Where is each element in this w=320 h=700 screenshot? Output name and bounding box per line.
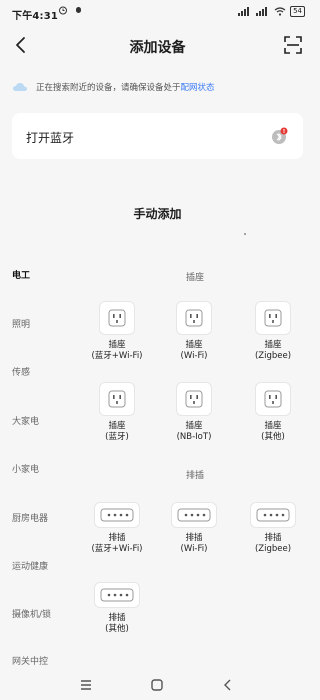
bluetooth-icon[interactable]	[271, 127, 289, 145]
signal-icon	[238, 7, 250, 16]
wifi-icon	[274, 7, 286, 16]
battery-indicator: 54	[290, 6, 305, 17]
socket-icon	[256, 302, 290, 334]
device-name: 排插 (Wi-Fi)	[180, 533, 208, 554]
device-strip-zigbee[interactable]: 排插 (Zigbee)	[238, 503, 308, 555]
home-icon[interactable]	[149, 677, 165, 693]
scan-icon[interactable]	[283, 35, 303, 55]
page-title: 添加设备	[129, 40, 186, 56]
category-item[interactable]: 大家电	[12, 414, 39, 427]
device-strip-wifi[interactable]: 排插 (Wi-Fi)	[159, 503, 229, 555]
device-name: 插座 (蓝牙)	[105, 421, 129, 442]
category-item[interactable]: 小家电	[12, 462, 39, 475]
cloud-icon	[13, 82, 27, 91]
category-item[interactable]: 传感	[12, 365, 30, 378]
socket-icon	[177, 302, 211, 334]
section-label-socket: 插座	[185, 273, 204, 283]
power-strip-icon	[172, 503, 216, 527]
device-name: 排插 (蓝牙+Wi-Fi)	[91, 533, 143, 554]
device-name: 插座 (Zigbee)	[254, 340, 292, 361]
device-socket-nbiot[interactable]: 插座 (NB-IoT)	[159, 383, 229, 443]
device-name: 插座 (蓝牙+Wi-Fi)	[91, 340, 143, 361]
device-name: 插座 (其他)	[261, 421, 285, 442]
signal-icon	[256, 7, 268, 16]
top-bar: 添加设备	[0, 30, 315, 62]
alarm-icon	[58, 5, 68, 18]
device-socket-bt-wifi[interactable]: 插座 (蓝牙+Wi-Fi)	[82, 302, 152, 362]
socket-icon	[100, 383, 134, 415]
pairing-status-link[interactable]: 配网状态	[181, 81, 215, 93]
device-strip-other[interactable]: 排插 (其他)	[82, 583, 152, 635]
system-nav-bar	[0, 670, 315, 700]
category-item[interactable]: 网关中控	[12, 654, 48, 667]
device-socket-bt[interactable]: 插座 (蓝牙)	[82, 383, 152, 443]
hint-text: 正在搜索附近的设备，请确保设备处于	[36, 83, 181, 93]
bluetooth-label: 打开蓝牙	[26, 131, 75, 145]
search-hint: 正在搜索附近的设备，请确保设备处于 配网状态	[12, 78, 307, 96]
power-strip-icon	[251, 503, 295, 527]
device-socket-other[interactable]: 插座 (其他)	[238, 383, 308, 443]
category-item[interactable]: 电工	[12, 268, 30, 281]
device-socket-wifi[interactable]: 插座 (Wi-Fi)	[159, 302, 229, 362]
category-item[interactable]: 厨房电器	[12, 511, 48, 524]
device-name: 插座 (NB-IoT)	[176, 421, 212, 442]
category-item[interactable]: 摄像机/锁	[12, 607, 51, 620]
category-item[interactable]: 照明	[12, 317, 30, 330]
device-socket-zigbee[interactable]: 插座 (Zigbee)	[238, 302, 308, 362]
device-name: 排插 (Zigbee)	[254, 533, 292, 554]
power-strip-icon	[95, 583, 139, 607]
status-time: 下午4:31	[12, 11, 59, 22]
socket-icon	[100, 302, 134, 334]
menu-icon[interactable]	[78, 677, 94, 693]
back-icon[interactable]	[220, 677, 236, 693]
section-label-strip: 排插	[185, 471, 204, 481]
device-name: 插座 (Wi-Fi)	[180, 340, 208, 361]
status-indicators: 54	[238, 6, 305, 17]
device-name: 排插 (其他)	[105, 613, 129, 634]
category-item[interactable]: 运动健康	[12, 559, 48, 572]
notification-icon	[75, 6, 82, 16]
status-bar: 下午4:31 54	[0, 0, 315, 24]
power-strip-icon	[95, 503, 139, 527]
socket-icon	[256, 383, 290, 415]
device-strip-bt-wifi[interactable]: 排插 (蓝牙+Wi-Fi)	[82, 503, 152, 555]
socket-icon	[177, 383, 211, 415]
bluetooth-card[interactable]: 打开蓝牙	[12, 113, 303, 159]
decorative-dot	[244, 233, 246, 235]
manual-add-title: 手动添加	[133, 207, 182, 221]
